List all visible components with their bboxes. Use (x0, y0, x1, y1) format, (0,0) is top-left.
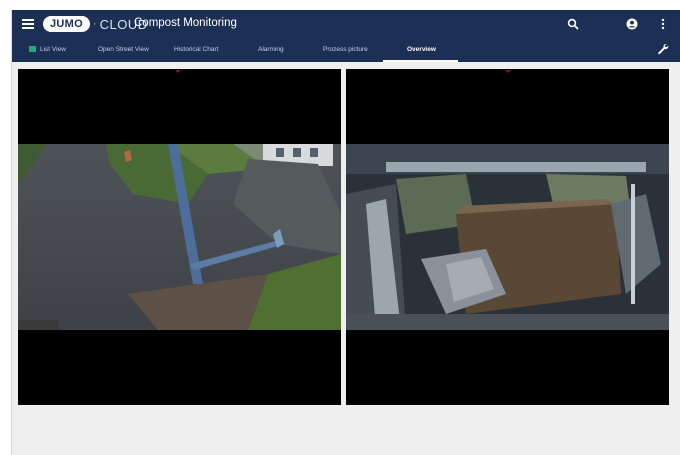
active-tab-indicator (383, 60, 458, 62)
more-vert-icon[interactable] (657, 17, 671, 31)
tab-open-street-view[interactable]: Open Street View (98, 46, 149, 53)
menu-icon[interactable] (22, 19, 34, 29)
account-icon[interactable] (626, 17, 640, 31)
tab-alarming[interactable]: Alarming (258, 46, 284, 53)
camera-feed-1[interactable] (18, 69, 341, 405)
tab-historical-chart[interactable]: Historical Chart (174, 46, 218, 53)
camera-marker (505, 70, 511, 73)
app-frame: JUMO · CLOUD Compost Monitoring List Vie… (11, 10, 680, 455)
app-title: Compost Monitoring (134, 17, 237, 29)
wrench-icon[interactable] (657, 42, 671, 56)
tab-prozess-picture[interactable]: Prozess picture (323, 46, 368, 53)
tab-bar: List View Open Street View Historical Ch… (12, 43, 680, 62)
tab-overview[interactable]: Overview (407, 46, 436, 53)
tab-label: Open Street View (98, 46, 149, 53)
tab-list-view[interactable]: List View (29, 46, 66, 53)
top-toolbar: JUMO · CLOUD Compost Monitoring (12, 10, 680, 38)
camera-feed-2[interactable] (346, 69, 669, 405)
flag-icon (29, 46, 36, 53)
tab-label: Historical Chart (174, 46, 219, 53)
tab-label: Prozess picture (323, 46, 368, 53)
jumo-cloud-logo[interactable]: JUMO · CLOUD (43, 16, 148, 32)
tab-label: Alarming (258, 46, 284, 53)
camera-image-2 (346, 144, 669, 330)
jumo-logo-text: JUMO (43, 16, 90, 32)
logo-separator: · (92, 18, 97, 30)
camera-image-1 (18, 144, 341, 330)
tab-label: List View (40, 46, 66, 53)
tab-label: Overview (407, 46, 436, 53)
app-bar: JUMO · CLOUD Compost Monitoring List Vie… (12, 10, 680, 62)
search-icon[interactable] (567, 17, 581, 31)
camera-marker (175, 70, 181, 73)
